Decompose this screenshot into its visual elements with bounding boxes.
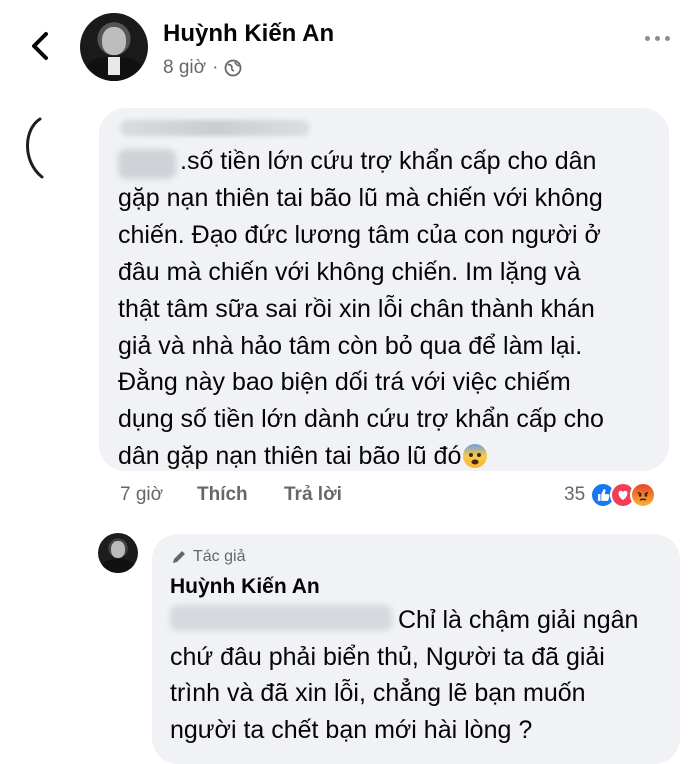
comment-text: .số tiền lớn cứu trợ khẩn cấp cho dân gặ… <box>118 143 663 475</box>
comment-line: dụng số tiền lớn dành cứu trợ khẩn cấp c… <box>118 405 604 434</box>
meta-separator: · <box>212 57 219 78</box>
post-time[interactable]: 8 giờ <box>163 57 206 79</box>
reply-author-avatar[interactable] <box>98 533 138 573</box>
globe-icon <box>225 59 242 77</box>
comment-actions: 7 giờ Thích Trả lời <box>120 484 342 506</box>
reply-button[interactable]: Trả lời <box>284 484 342 506</box>
reply-text: Chỉ là chậm giải ngân chứ đâu phải biển … <box>170 602 670 749</box>
reply-author-name[interactable]: Huỳnh Kiến An <box>170 575 320 599</box>
comment-line: Đằng này bao biện dối trá với việc chiếm <box>118 368 571 397</box>
blurred-commenter-name <box>120 120 310 136</box>
reply-line: chứ đâu phải biển thủ, Người ta đã giải <box>170 642 605 671</box>
post-meta: 8 giờ · <box>163 57 242 79</box>
post-author-name[interactable]: Huỳnh Kiến An <box>163 20 334 48</box>
more-options-icon[interactable] <box>645 36 670 41</box>
author-badge-label: Tác giả <box>193 548 246 565</box>
reply-line: người ta chết bạn mới hài lòng ? <box>170 716 533 745</box>
comment-line: dân gặp nạn thiên tai bão lũ đó <box>118 442 462 471</box>
like-button[interactable]: Thích <box>197 484 284 506</box>
comment-time[interactable]: 7 giờ <box>120 484 197 506</box>
comment-line: chiến. Đạo đức lương tâm của con người ở <box>118 220 601 249</box>
comment-line: giả và nhà hảo tâm còn bỏ qua để làm lại… <box>118 331 583 360</box>
comment-line: gặp nạn thiên tai bão lũ mà chiến với kh… <box>118 183 603 212</box>
fearful-face-icon <box>463 444 488 469</box>
comment-line: đâu mà chiến với không chiến. Im lặng và <box>118 257 581 286</box>
comment-line: thật tâm sữa sai rồi xin lỗi chân thành … <box>118 294 595 323</box>
back-arrow-icon[interactable] <box>26 28 56 64</box>
author-avatar[interactable] <box>80 13 148 81</box>
pencil-icon <box>173 551 185 563</box>
reaction-summary[interactable]: 35 <box>564 482 657 508</box>
reply-line: Chỉ là chậm giải ngân <box>398 606 639 634</box>
angry-reaction-icon <box>630 482 657 508</box>
reaction-count[interactable]: 35 <box>564 484 585 506</box>
comment-line: .số tiền lớn cứu trợ khẩn cấp cho dân <box>180 147 597 175</box>
reply-line: trình và đã xin lỗi, chẳng lẽ bạn muốn <box>170 679 586 708</box>
author-badge: Tác giả <box>170 548 245 566</box>
post-header: Huỳnh Kiến An 8 giờ · <box>0 0 700 95</box>
commenter-avatar-partial <box>26 117 44 179</box>
